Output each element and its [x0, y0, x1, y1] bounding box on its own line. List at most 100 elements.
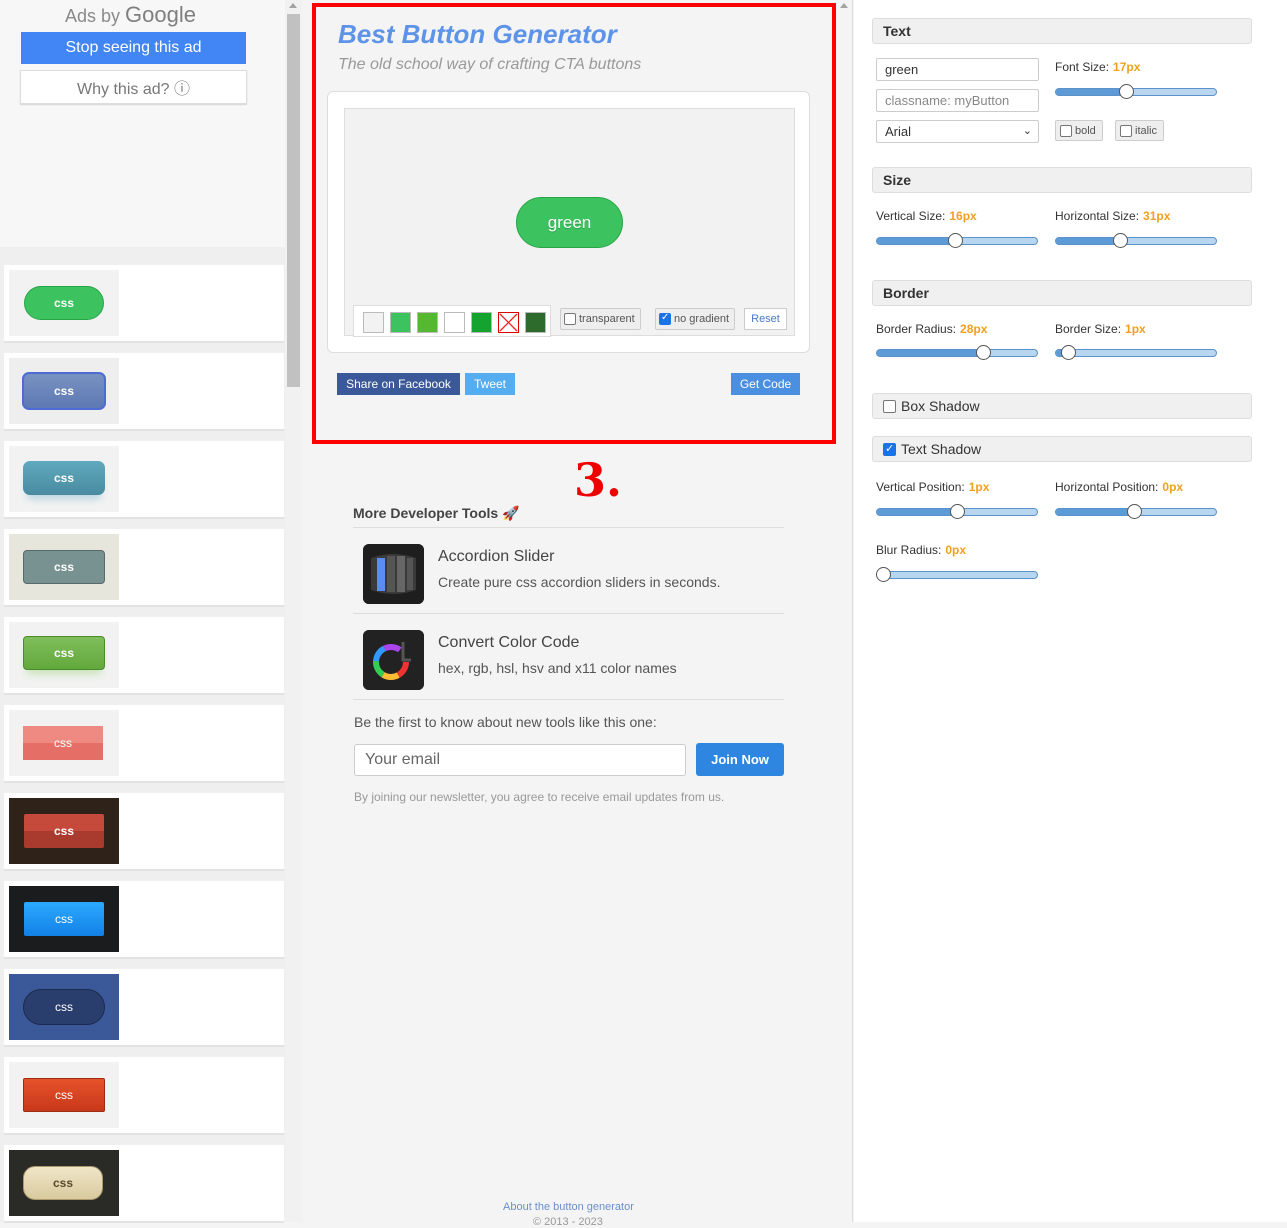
reset-button[interactable]: Reset	[744, 308, 787, 330]
preview-card: green transparent no gradient Reset	[327, 91, 810, 353]
scrollbar-thumb[interactable]	[287, 14, 300, 387]
share-facebook-button[interactable]: Share on Facebook	[337, 373, 460, 395]
preset-item[interactable]: css	[4, 441, 284, 517]
ts-vertical-label: Vertical Position: 1px	[876, 480, 990, 494]
copyright: © 2013 - 2023	[533, 1216, 603, 1228]
about-link[interactable]: About the button generator	[503, 1201, 634, 1213]
checkbox-checked-icon[interactable]	[659, 312, 671, 325]
border-radius-slider[interactable]	[876, 345, 1038, 360]
border-radius-label: Border Radius: 28px	[876, 322, 988, 336]
preset-item[interactable]: css	[4, 617, 284, 693]
horizontal-size-slider[interactable]	[1055, 233, 1217, 248]
preset-item[interactable]: css	[4, 705, 284, 781]
swatch-white[interactable]	[444, 312, 465, 333]
transparent-checkbox[interactable]: transparent	[560, 308, 641, 330]
preset-tile: css	[9, 974, 119, 1040]
text-shadow-section-header[interactable]: Text Shadow	[872, 436, 1252, 462]
ts-blur-label: Blur Radius: 0px	[876, 543, 967, 557]
tools-heading: More Developer Tools 🚀	[353, 505, 784, 528]
preset-item[interactable]: css	[4, 529, 284, 605]
swatch-forest-green[interactable]	[525, 312, 546, 333]
developer-tools: More Developer Tools 🚀 Accordion Slider …	[353, 505, 784, 700]
text-shadow-checkbox[interactable]	[883, 442, 896, 456]
preset-tile: css	[9, 622, 119, 688]
tool-description: Create pure css accordion sliders in sec…	[438, 574, 721, 590]
why-this-ad-button[interactable]: Why this ad? ⓘ	[20, 70, 247, 104]
tweet-button[interactable]: Tweet	[465, 373, 515, 395]
google-logo: Google	[125, 2, 196, 27]
classname-input[interactable]: classname: myButton	[876, 89, 1039, 112]
ts-blur-slider[interactable]	[876, 567, 1038, 582]
preset-item[interactable]: css	[4, 881, 284, 957]
slider-handle[interactable]	[1112, 233, 1128, 248]
scroll-up-arrow-icon[interactable]	[840, 3, 848, 8]
swatch-green[interactable]	[390, 312, 411, 333]
preset-item[interactable]: css	[4, 793, 284, 869]
scroll-up-arrow-icon[interactable]	[289, 3, 297, 8]
checkbox-box[interactable]	[564, 313, 576, 325]
preset-tile: css	[9, 798, 119, 864]
swatch-light-gray[interactable]	[363, 312, 384, 333]
box-shadow-section-header[interactable]: Box Shadow	[872, 393, 1252, 419]
tool-title: Convert Color Code	[438, 634, 580, 651]
no-gradient-checkbox[interactable]: no gradient	[655, 308, 736, 330]
border-section-header[interactable]: Border	[872, 280, 1252, 306]
vertical-size-slider[interactable]	[876, 233, 1038, 248]
slider-handle[interactable]	[975, 345, 991, 360]
email-input[interactable]	[354, 744, 686, 776]
text-section-header[interactable]: Text	[872, 18, 1252, 44]
button-text-input[interactable]: green	[876, 58, 1039, 81]
ads-by-google: Ads by Google	[65, 2, 196, 27]
size-section-header[interactable]: Size	[872, 167, 1252, 193]
preset-button: css	[23, 461, 105, 495]
preset-button: css	[23, 1078, 105, 1112]
chevron-down-icon: ⌄	[1022, 125, 1032, 137]
preset-item[interactable]: css	[4, 1145, 284, 1221]
get-code-button[interactable]: Get Code	[731, 373, 800, 395]
preset-item[interactable]: css	[4, 265, 284, 341]
box-shadow-checkbox[interactable]	[883, 399, 896, 413]
bold-checkbox[interactable]: bold	[1055, 120, 1103, 141]
preset-button: css	[24, 902, 104, 936]
preset-item[interactable]: css	[4, 1057, 284, 1133]
slider-handle[interactable]	[1127, 504, 1143, 519]
join-now-button[interactable]: Join Now	[696, 743, 784, 776]
border-size-slider[interactable]	[1055, 345, 1217, 360]
main-scrollbar[interactable]	[836, 0, 853, 1222]
tool-title: Accordion Slider	[438, 548, 555, 565]
preset-button: css	[23, 989, 105, 1025]
preset-tile: css	[9, 886, 119, 952]
font-select[interactable]: Arial ⌄	[876, 120, 1039, 143]
tool-accordion-slider[interactable]: Accordion Slider Create pure css accordi…	[353, 528, 784, 614]
slider-handle[interactable]	[950, 504, 965, 519]
ts-vertical-slider[interactable]	[876, 504, 1038, 519]
generator-box: Best Button Generator The old school way…	[312, 3, 836, 444]
ts-horizontal-slider[interactable]	[1055, 504, 1217, 519]
swatch-none-icon[interactable]	[498, 312, 519, 333]
slider-handle[interactable]	[876, 567, 891, 582]
preset-button: css	[23, 726, 103, 760]
preset-item[interactable]: css	[4, 969, 284, 1045]
preset-item[interactable]: css	[4, 353, 284, 429]
slider-handle[interactable]	[948, 233, 964, 248]
swatch-lime-green[interactable]	[417, 312, 438, 333]
preset-tile: css	[9, 710, 119, 776]
preset-button: css	[22, 372, 106, 410]
font-size-slider[interactable]	[1055, 84, 1217, 99]
preset-sidebar: Ads by Google Stop seeing this ad Why th…	[0, 0, 302, 1222]
page-title: Best Button Generator	[338, 19, 617, 49]
slider-handle[interactable]	[1060, 345, 1076, 360]
stop-seeing-ad-button[interactable]: Stop seeing this ad	[21, 32, 246, 64]
newsletter-prompt: Be the first to know about new tools lik…	[354, 714, 657, 730]
swatch-dark-green[interactable]	[471, 312, 492, 333]
ts-horizontal-label: Horizontal Position: 0px	[1055, 480, 1184, 494]
tool-convert-color-code[interactable]: Convert Color Code hex, rgb, hsl, hsv an…	[353, 614, 784, 700]
border-size-label: Border Size: 1px	[1055, 322, 1146, 336]
preview-button[interactable]: green	[516, 197, 623, 248]
italic-checkbox[interactable]: italic	[1115, 120, 1165, 141]
accordion-slider-icon	[363, 544, 424, 604]
preset-button: css	[23, 1166, 103, 1200]
step-annotation: 3.	[574, 453, 623, 507]
sidebar-scrollbar[interactable]	[285, 0, 302, 1222]
slider-handle[interactable]	[1119, 84, 1135, 99]
